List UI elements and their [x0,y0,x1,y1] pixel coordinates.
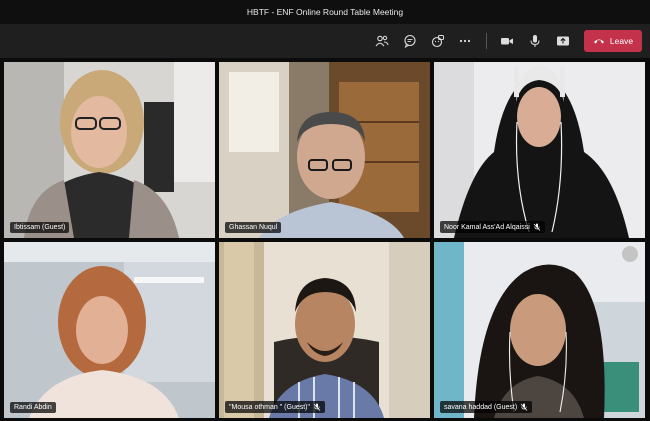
camera-icon [501,38,513,45]
participant-tile[interactable]: Ghassan Nuqul [219,62,430,238]
reactions-icon [431,35,444,48]
participant-tile[interactable]: Randi Abdin [4,242,215,418]
participant-video [434,242,645,418]
more-options-button[interactable] [455,31,475,51]
microphone-button[interactable] [525,31,545,51]
camera-button[interactable] [497,31,517,51]
participant-name: "Mousa othman " (Guest)" [229,403,310,411]
participant-tile[interactable]: Ibtissam (Guest) [4,62,215,238]
chat-icon [404,34,416,48]
share-screen-icon [557,36,569,46]
participant-video [434,62,645,238]
participant-name-tag: "Mousa othman " (Guest)" [225,401,325,413]
microphone-icon [530,35,540,47]
participant-name-tag: Noor Kamal Ass'Ad Alqaissi [440,221,545,233]
leave-label: Leave [609,36,634,46]
toolbar-divider [486,33,487,49]
participant-tile[interactable]: savana haddad (Guest) [434,242,645,418]
leave-button[interactable]: Leave [584,30,642,52]
participant-name-tag: savana haddad (Guest) [440,401,533,413]
reactions-button[interactable] [428,31,448,51]
participant-name: Noor Kamal Ass'Ad Alqaissi [444,223,530,231]
hang-up-icon [593,39,604,44]
participant-name: savana haddad (Guest) [444,403,518,411]
chat-button[interactable] [400,31,420,51]
participants-button[interactable] [372,31,392,51]
participant-name-tag: Ghassan Nuqul [225,222,282,233]
participant-tile-active-speaker[interactable]: Noor Kamal Ass'Ad Alqaissi [434,62,645,238]
participant-video [4,62,215,238]
participant-name-tag: Ibtissam (Guest) [10,222,70,233]
participant-video [219,62,430,238]
participant-name: Ghassan Nuqul [229,224,278,231]
window-title: HBTF - ENF Online Round Table Meeting [0,0,650,24]
meeting-toolbar: Leave [0,24,650,59]
participant-name: Ibtissam (Guest) [14,224,66,231]
participant-name: Randi Abdin [14,404,52,411]
participant-tile[interactable]: "Mousa othman " (Guest)" [219,242,430,418]
participant-video [4,242,215,418]
participants-icon [375,35,389,47]
muted-microphone-icon [520,403,528,411]
video-grid: Ibtissam (Guest) Ghassan Nuqul Noor Kama… [0,58,650,421]
participant-name-tag: Randi Abdin [10,402,56,413]
share-screen-button[interactable] [553,31,573,51]
muted-microphone-icon [313,403,321,411]
muted-microphone-icon [533,223,541,231]
participant-video [219,242,430,418]
more-options-icon [459,39,471,43]
